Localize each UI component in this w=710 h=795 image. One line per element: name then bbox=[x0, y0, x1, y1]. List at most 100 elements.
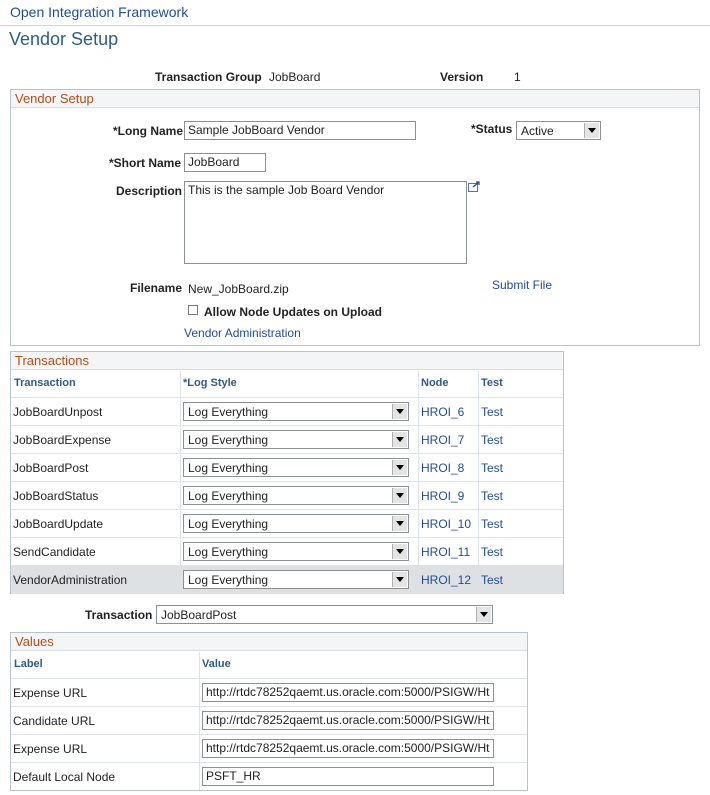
value-input[interactable]: http://rtdc78252qaemt.us.oracle.com:5000… bbox=[202, 683, 494, 702]
col-header-node: Node bbox=[421, 377, 449, 389]
transaction-name: JobBoardStatus bbox=[13, 489, 99, 503]
test-link[interactable]: Test bbox=[481, 517, 503, 531]
transaction-name: JobBoardPost bbox=[13, 461, 89, 475]
table-row-selected[interactable]: VendorAdministration Log Everything HROI… bbox=[11, 565, 563, 594]
test-link[interactable]: Test bbox=[481, 545, 503, 559]
transaction-name: JobBoardUnpost bbox=[13, 405, 103, 419]
version-value: 1 bbox=[514, 70, 521, 84]
chevron-down-icon[interactable] bbox=[584, 123, 599, 138]
node-link[interactable]: HROI_11 bbox=[421, 545, 470, 559]
status-label: *Status bbox=[471, 122, 513, 136]
chevron-down-icon[interactable] bbox=[476, 607, 491, 622]
long-name-input[interactable]: Sample JobBoard Vendor bbox=[184, 121, 416, 140]
value-input[interactable]: http://rtdc78252qaemt.us.oracle.com:5000… bbox=[202, 711, 494, 730]
table-row: JobBoardStatus Log Everything HROI_9 Tes… bbox=[11, 481, 563, 510]
table-row: JobBoardPost Log Everything HROI_8 Test bbox=[11, 453, 563, 482]
chevron-down-icon[interactable] bbox=[392, 404, 407, 419]
table-row: JobBoardExpense Log Everything HROI_7 Te… bbox=[11, 425, 563, 454]
transaction-group-value: JobBoard bbox=[269, 70, 321, 84]
expand-icon[interactable] bbox=[468, 181, 481, 192]
chevron-down-icon[interactable] bbox=[392, 460, 407, 475]
log-style-value: Log Everything bbox=[188, 489, 269, 503]
col-header-transaction: Transaction bbox=[14, 377, 76, 389]
allow-node-updates-checkbox[interactable] bbox=[188, 305, 198, 315]
status-select[interactable]: Active bbox=[516, 121, 601, 140]
breadcrumb[interactable]: Open Integration Framework bbox=[10, 4, 188, 20]
table-row: Candidate URL http://rtdc78252qaemt.us.o… bbox=[11, 706, 527, 735]
transaction-name: VendorAdministration bbox=[13, 573, 128, 587]
log-style-value: Log Everything bbox=[188, 405, 269, 419]
value-label: Default Local Node bbox=[13, 770, 116, 784]
value-label: Expense URL bbox=[13, 686, 88, 700]
transaction-name: SendCandidate bbox=[13, 545, 96, 559]
log-style-value: Log Everything bbox=[188, 545, 269, 559]
log-style-value: Log Everything bbox=[188, 573, 269, 587]
chevron-down-icon[interactable] bbox=[392, 432, 407, 447]
transactions-grid: Transactions Transaction *Log Style Node… bbox=[10, 351, 564, 594]
submit-file-link[interactable]: Submit File bbox=[492, 278, 552, 292]
transaction-select[interactable]: JobBoardPost bbox=[156, 605, 493, 624]
short-name-input[interactable]: JobBoard bbox=[184, 153, 266, 172]
log-style-select[interactable]: Log Everything bbox=[183, 570, 409, 589]
value-label: Candidate URL bbox=[13, 714, 96, 728]
test-link[interactable]: Test bbox=[481, 573, 503, 587]
log-style-select[interactable]: Log Everything bbox=[183, 486, 409, 505]
log-style-select[interactable]: Log Everything bbox=[183, 430, 409, 449]
chevron-down-icon[interactable] bbox=[392, 516, 407, 531]
page-title: Vendor Setup bbox=[9, 29, 119, 49]
node-link[interactable]: HROI_7 bbox=[421, 433, 464, 447]
log-style-select[interactable]: Log Everything bbox=[183, 458, 409, 477]
values-grid: Values Label Value Expense URL http://rt… bbox=[10, 632, 528, 791]
values-section-title: Values bbox=[11, 633, 527, 651]
table-row: JobBoardUnpost Log Everything HROI_6 Tes… bbox=[11, 397, 563, 426]
description-label: Description bbox=[116, 184, 183, 198]
log-style-value: Log Everything bbox=[188, 433, 269, 447]
test-link[interactable]: Test bbox=[481, 433, 503, 447]
table-row: SendCandidate Log Everything HROI_11 Tes… bbox=[11, 537, 563, 566]
version-label: Version bbox=[440, 70, 484, 84]
allow-node-updates-label: Allow Node Updates on Upload bbox=[204, 305, 383, 319]
chevron-down-icon[interactable] bbox=[392, 544, 407, 559]
filename-label: Filename bbox=[130, 281, 183, 295]
test-link[interactable]: Test bbox=[481, 461, 503, 475]
table-row: Expense URL http://rtdc78252qaemt.us.ora… bbox=[11, 734, 527, 763]
transactions-section-title: Transactions bbox=[11, 352, 563, 370]
col-header-log-style: *Log Style bbox=[183, 377, 237, 389]
value-label: Expense URL bbox=[13, 742, 88, 756]
test-link[interactable]: Test bbox=[481, 405, 503, 419]
node-link[interactable]: HROI_10 bbox=[421, 517, 471, 531]
transaction-select-label: Transaction bbox=[85, 608, 153, 622]
col-header-label: Label bbox=[14, 658, 43, 670]
vendor-administration-link[interactable]: Vendor Administration bbox=[184, 326, 301, 340]
filename-value: New_JobBoard.zip bbox=[188, 282, 289, 296]
node-link[interactable]: HROI_12 bbox=[421, 573, 471, 587]
status-select-value: Active bbox=[521, 124, 554, 138]
log-style-select[interactable]: Log Everything bbox=[183, 514, 409, 533]
chevron-down-icon[interactable] bbox=[392, 488, 407, 503]
chevron-down-icon[interactable] bbox=[392, 572, 407, 587]
short-name-label: *Short Name bbox=[109, 156, 182, 170]
long-name-label: *Long Name bbox=[113, 124, 184, 138]
vendor-setup-section-title: Vendor Setup bbox=[11, 90, 699, 108]
log-style-select[interactable]: Log Everything bbox=[183, 402, 409, 421]
node-link[interactable]: HROI_6 bbox=[421, 405, 464, 419]
transaction-name: JobBoardUpdate bbox=[13, 517, 104, 531]
node-link[interactable]: HROI_8 bbox=[421, 461, 464, 475]
table-row: JobBoardUpdate Log Everything HROI_10 Te… bbox=[11, 509, 563, 538]
value-input[interactable]: http://rtdc78252qaemt.us.oracle.com:5000… bbox=[202, 739, 494, 758]
test-link[interactable]: Test bbox=[481, 489, 503, 503]
table-row: Default Local Node PSFT_HR bbox=[11, 762, 527, 791]
transaction-select-value: JobBoardPost bbox=[161, 608, 237, 622]
breadcrumb-divider bbox=[0, 25, 710, 26]
table-row: Expense URL http://rtdc78252qaemt.us.ora… bbox=[11, 678, 527, 707]
transaction-name: JobBoardExpense bbox=[13, 433, 112, 447]
col-header-value: Value bbox=[202, 658, 231, 670]
col-header-test: Test bbox=[481, 377, 503, 389]
log-style-select[interactable]: Log Everything bbox=[183, 542, 409, 561]
transaction-group-label: Transaction Group bbox=[155, 70, 262, 84]
node-link[interactable]: HROI_9 bbox=[421, 489, 464, 503]
value-input[interactable]: PSFT_HR bbox=[202, 767, 494, 786]
description-textarea[interactable]: This is the sample Job Board Vendor bbox=[184, 181, 467, 264]
log-style-value: Log Everything bbox=[188, 517, 269, 531]
log-style-value: Log Everything bbox=[188, 461, 269, 475]
